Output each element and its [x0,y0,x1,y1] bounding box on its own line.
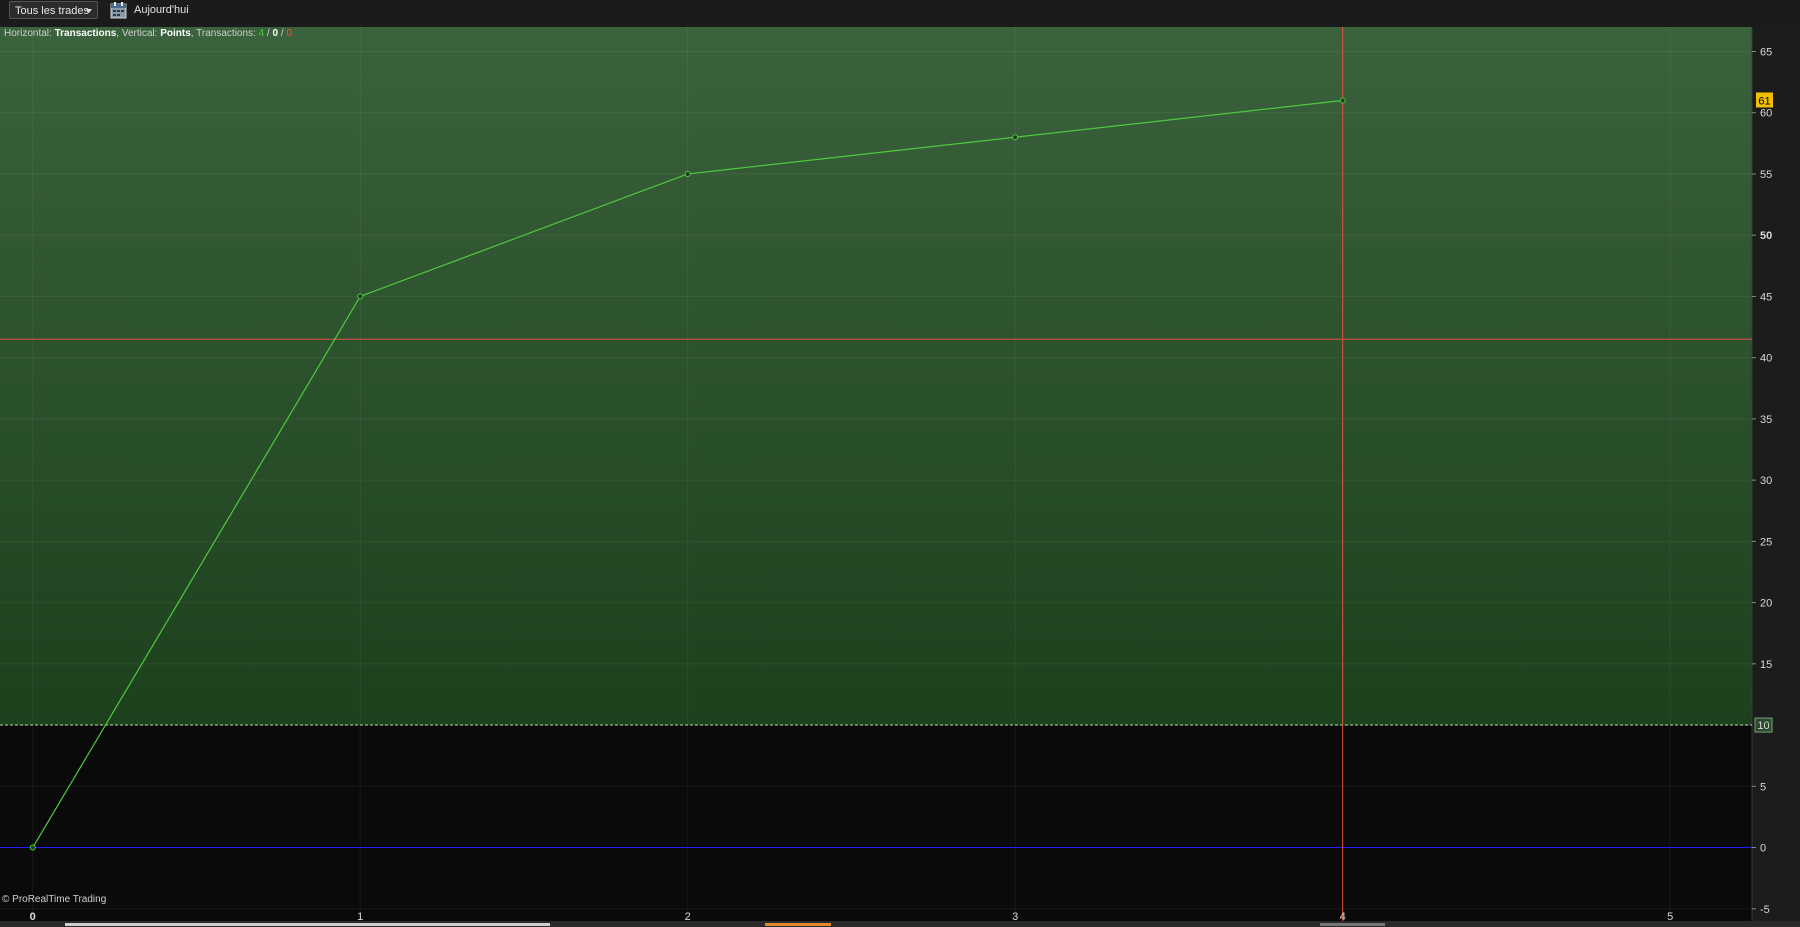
x-tick-label: 5 [1667,911,1673,921]
data-point [29,844,36,851]
y-tick-label: 60 [1760,108,1772,120]
scroll-highlight [765,923,831,926]
x-tick-label: 1 [357,911,363,921]
y-tick-label: -5 [1760,904,1770,916]
y-tick-label: 25 [1760,536,1772,548]
trade-filter-dropdown[interactable]: Tous les trades [9,1,98,19]
y-tick-label: 35 [1760,414,1772,426]
info-count-negative: 0 [286,28,292,39]
chart-info-header: Horizontal: Transactions, Vertical: Poin… [4,28,292,39]
info-separator-1: / [264,28,273,39]
y-tick-label: 50 [1760,230,1772,242]
copyright-label: © ProRealTime Trading [2,894,107,905]
threshold-label-box: 10 [1754,717,1773,733]
data-point [684,170,691,177]
trade-filter-label: Tous les trades [15,5,89,17]
data-point [357,293,364,300]
chevron-down-icon [86,9,92,13]
info-horizontal-value: Transactions [54,28,117,39]
y-tick-label: 0 [1760,843,1766,855]
bottom-scrollbar[interactable] [0,921,1800,927]
info-transactions-prefix: , Transactions: [190,28,256,39]
info-horizontal-prefix: Horizontal: [4,28,52,39]
info-vertical-value: Points [160,28,191,39]
scroll-segment [1320,923,1385,926]
x-tick-label: 3 [1012,911,1018,921]
data-point [1012,134,1019,141]
toolbar: Tous les trades Aujourd'hui [0,0,1800,26]
threshold-badge-label: 10 [1757,720,1769,732]
y-tick-label: 15 [1760,659,1772,671]
date-range-label[interactable]: Aujourd'hui [134,4,189,16]
info-vertical-prefix: , Vertical: [116,28,158,39]
y-tick-label: 55 [1760,169,1772,181]
y-tick-label: 30 [1760,475,1772,487]
current-value-badge-label: 61 [1758,95,1770,107]
y-tick-label: 65 [1760,46,1772,58]
y-tick-label: 40 [1760,353,1772,365]
calendar-icon[interactable] [110,1,127,19]
equity-curve-chart: -5051520253035404550556065 012345 10 61 [0,27,1800,921]
y-tick-label: 45 [1760,291,1772,303]
x-tick-label: 4 [1340,911,1346,921]
x-tick-label: 2 [685,911,691,921]
y-tick-label: 5 [1760,781,1766,793]
y-tick-label: 20 [1760,598,1772,610]
profit-zone [0,27,1752,726]
data-point [1339,97,1346,104]
x-tick-label: 0 [30,911,36,921]
scroll-segment [65,923,550,926]
current-value-badge: 61 [1756,92,1773,108]
